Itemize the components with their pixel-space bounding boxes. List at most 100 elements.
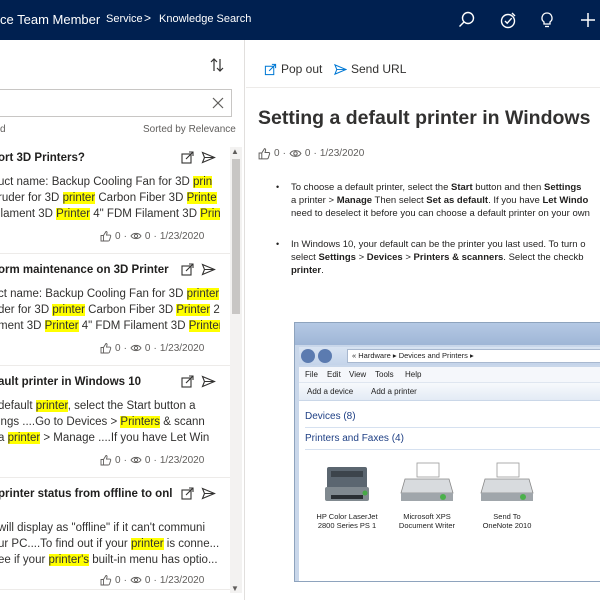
screenshot-addressbar: « Hardware ▸ Devices and Printers ▸ <box>299 347 600 365</box>
views-icon <box>130 456 142 464</box>
meta-dot: · <box>153 454 157 466</box>
plus-icon[interactable] <box>578 10 598 30</box>
article-body: To choose a default printer, select the … <box>274 181 600 295</box>
scroll-thumb[interactable] <box>232 159 240 314</box>
result-card[interactable]: ault printer in Windows 10 default print… <box>0 366 230 478</box>
snippet-line: der for 3D printer Carbon Fiber 3D Print… <box>0 302 220 318</box>
device-name-line1: HP Color LaserJet <box>316 512 378 521</box>
screenshot-device: Send To OneNote 2010 <box>467 459 547 530</box>
results-scrollbar[interactable]: ▲ ▼ <box>230 147 242 593</box>
screenshot-device: HP Color LaserJet 2800 Series PS 1 <box>307 459 387 530</box>
device-name-line2: Document Writer <box>398 521 456 530</box>
search-input[interactable] <box>5 94 205 112</box>
task-icon[interactable] <box>498 10 518 30</box>
nav-knowledge-search[interactable]: Knowledge Search <box>159 13 251 25</box>
result-date: 1/23/2020 <box>159 342 205 354</box>
result-title[interactable]: ault printer in Windows 10 <box>0 376 141 388</box>
send-icon[interactable] <box>201 374 216 389</box>
like-icon <box>100 575 112 586</box>
result-card[interactable]: orm maintenance on 3D Printer ct name: B… <box>0 254 230 366</box>
sort-icon[interactable] <box>208 56 226 74</box>
pop-out-icon[interactable] <box>180 150 195 165</box>
search-highlight: printer <box>52 304 85 316</box>
result-title[interactable]: orm maintenance on 3D Printer <box>0 264 169 276</box>
snippet-text: ruder for 3D <box>0 192 63 204</box>
bullet-text: > <box>402 252 414 263</box>
result-title[interactable]: printer status from offline to onl <box>0 488 172 500</box>
view-count: 0 <box>144 230 151 242</box>
scroll-up-arrow[interactable]: ▲ <box>231 147 239 156</box>
pop-out-icon[interactable] <box>180 374 195 389</box>
snippet-line: default printer, select the Start button… <box>0 398 220 414</box>
snippet-line: ee if your printer's built-in menu has o… <box>0 552 220 568</box>
result-snippet: will display as "offline" if it can't co… <box>0 520 220 568</box>
search-highlight: printer <box>186 288 220 300</box>
card-actions <box>180 374 220 390</box>
result-card[interactable]: ort 3D Printers? uct name: Backup Coolin… <box>0 142 230 254</box>
snippet-text: & scann <box>160 416 205 428</box>
screenshot-menu-tools: Tools <box>375 370 394 379</box>
card-actions <box>180 150 220 166</box>
top-nav-bar: ce Team Member Service > Knowledge Searc… <box>0 0 600 40</box>
snippet-text: > Manage ....If you have Let Win <box>40 432 210 444</box>
bullet-line: need to deselect it before you can choos… <box>291 207 600 220</box>
scroll-down-arrow[interactable]: ▼ <box>231 584 239 593</box>
bold-term: Settings <box>543 182 582 193</box>
bold-term: printer <box>291 265 322 276</box>
bullet-text: need to deselect it before you can choos… <box>291 208 590 219</box>
bullet-text: > <box>355 252 367 263</box>
snippet-line: uct name: Backup Cooling Fan for 3D prin <box>0 174 220 190</box>
screenshot-menubar: File Edit View Tools Help <box>299 367 600 383</box>
bullet-text: a printer > <box>291 195 337 206</box>
pop-out-label: Pop out <box>281 62 323 76</box>
search-highlight: printer <box>35 400 68 412</box>
bullet-text: Then select <box>372 195 427 206</box>
pop-out-icon <box>264 63 277 75</box>
result-date: 1/23/2020 <box>159 574 205 586</box>
snippet-text: a <box>0 432 8 444</box>
search-icon[interactable] <box>457 10 477 30</box>
snippet-text: Carbon Fiber 3D <box>84 304 177 316</box>
send-icon[interactable] <box>201 262 216 277</box>
pop-out-button[interactable]: Pop out <box>264 62 322 76</box>
sorted-by-label[interactable]: Sorted by Relevance <box>143 124 236 135</box>
results-list: ort 3D Printers? uct name: Backup Coolin… <box>0 142 230 592</box>
meta-dot: · <box>153 342 157 354</box>
screenshot-nav-buttons <box>301 349 337 363</box>
snippet-text: , select the Start button a <box>67 400 196 412</box>
send-icon[interactable] <box>201 486 216 501</box>
result-card[interactable]: printer status from offline to onl will … <box>0 478 230 590</box>
lightbulb-icon[interactable] <box>537 10 557 30</box>
view-count: 0 <box>144 574 151 586</box>
meta-dot: · <box>123 342 127 354</box>
search-highlight: Printer <box>176 304 211 316</box>
snippet-line: ur PC....To find out if your printer is … <box>0 536 220 552</box>
search-highlight: Printers <box>120 416 161 428</box>
search-highlight: Print <box>200 208 220 220</box>
divider <box>305 449 600 450</box>
like-icon <box>100 231 112 242</box>
screenshot-menu-edit: Edit <box>327 370 341 379</box>
screenshot-add-printer: Add a printer <box>371 387 417 396</box>
pop-out-icon[interactable] <box>180 262 195 277</box>
card-actions <box>180 486 220 502</box>
clear-icon[interactable] <box>211 96 225 110</box>
search-highlight: printer <box>62 192 96 204</box>
send-url-button[interactable]: Send URL <box>334 62 406 76</box>
screenshot-menu-view: View <box>349 370 367 379</box>
like-count: 0 <box>274 148 280 159</box>
pop-out-icon[interactable] <box>180 486 195 501</box>
snippet-line: ment 3D Printer 4" FDM Filament 3D Print… <box>0 318 220 334</box>
snippet-text: default <box>0 400 36 412</box>
view-count: 0 <box>144 342 151 354</box>
bold-term: Manage <box>336 195 373 206</box>
app-title[interactable]: ce Team Member <box>0 12 100 27</box>
send-icon[interactable] <box>201 150 216 165</box>
bullet-line: select Settings > Devices > Printers & s… <box>291 251 600 264</box>
result-meta: 0 · 0 · 1/23/2020 <box>100 454 204 466</box>
nav-service[interactable]: Service <box>106 13 143 25</box>
result-title[interactable]: ort 3D Printers? <box>0 152 85 164</box>
bold-term: Let Windo <box>542 195 589 206</box>
view-count: 0 <box>144 454 151 466</box>
send-icon <box>334 63 347 75</box>
